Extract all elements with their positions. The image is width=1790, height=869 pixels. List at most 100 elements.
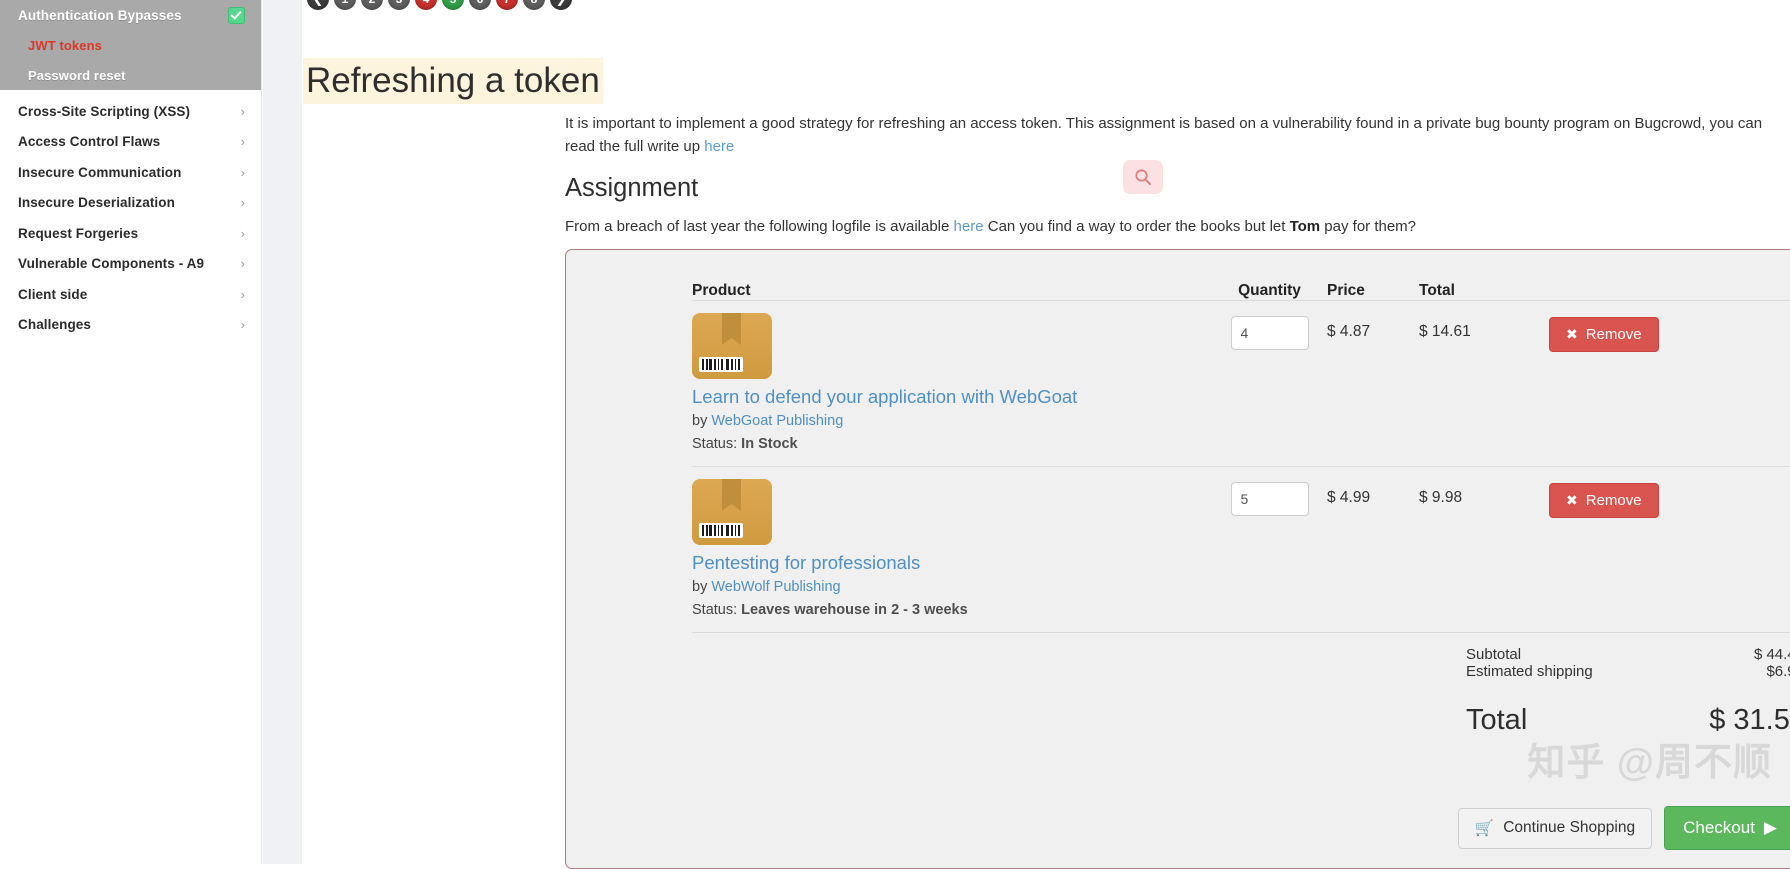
subtotal-value: $ 44.43 [1753, 646, 1790, 663]
chevron-right-icon: › [240, 164, 245, 180]
total-label: Total [1466, 704, 1528, 736]
check-icon [228, 6, 245, 24]
summary-subtotal: Subtotal $ 44.43 [1466, 646, 1790, 663]
chevron-right-icon: › [240, 286, 245, 302]
quantity-input[interactable] [1230, 316, 1309, 350]
sidebar-item-label: Client side [18, 286, 88, 302]
shipping-value: $6.94 [1766, 663, 1790, 680]
sidebar-active-group: Authentication Bypasses JWT tokens Passw… [0, 0, 261, 90]
shipping-label: Estimated shipping [1466, 663, 1593, 680]
product-publisher: by WebWolf Publishing [692, 575, 1212, 599]
total-value: $ 9.98 [1419, 489, 1463, 506]
cart-action-bar: 🛒 Continue Shopping Checkout ▶ [1457, 806, 1790, 850]
sidebar-category-list: Cross-Site Scripting (XSS) › Access Cont… [0, 90, 261, 340]
page-title: Refreshing a token [303, 58, 603, 104]
cart-summary: Subtotal $ 44.43 Estimated shipping $6.9… [692, 633, 1790, 737]
sidebar-item-cross-site-scripting[interactable]: Cross-Site Scripting (XSS) › [0, 96, 261, 127]
status-value: Leaves warehouse in 2 - 3 weeks [741, 602, 968, 618]
price-value: $ 4.99 [1327, 489, 1371, 506]
column-header-quantity: Quantity [1238, 282, 1301, 299]
shopping-cart-panel: Product Quantity Price Total Learn to de… [565, 249, 1790, 869]
product-cell: Learn to defend your application with We… [692, 313, 1212, 456]
assignment-here-link[interactable]: here [954, 218, 984, 235]
sidebar-item-label: Authentication Bypasses [18, 7, 182, 23]
by-label: by [692, 413, 712, 429]
quantity-input[interactable] [1230, 482, 1309, 516]
publisher-link[interactable]: WebWolf Publishing [711, 579, 840, 595]
barcode-icon [699, 357, 743, 372]
pagination-page-2[interactable]: 2 [361, 0, 383, 10]
column-header-price: Price [1327, 282, 1365, 299]
product-title-link[interactable]: Learn to defend your application with We… [692, 385, 1212, 409]
actions-cell: ✖ Remove [1549, 479, 1719, 622]
remove-button-label: Remove [1585, 326, 1642, 343]
sidebar-item-label: Vulnerable Components - A9 [18, 256, 205, 272]
continue-shopping-button[interactable]: 🛒 Continue Shopping [1457, 807, 1653, 849]
sidebar-item-request-forgeries[interactable]: Request Forgeries › [0, 218, 261, 249]
publisher-link[interactable]: WebGoat Publishing [711, 413, 843, 429]
checkout-button[interactable]: Checkout ▶ [1664, 806, 1790, 850]
assignment-user-name: Tom [1289, 218, 1321, 235]
pagination-page-5[interactable]: 5 [442, 0, 464, 10]
total-value: $ 14.61 [1419, 323, 1471, 340]
quantity-cell [1212, 479, 1327, 622]
status-label: Status: [692, 602, 742, 618]
chevron-right-icon: › [240, 103, 245, 119]
close-icon: ✖ [1566, 492, 1578, 508]
sidebar-item-insecure-communication[interactable]: Insecure Communication › [0, 157, 261, 188]
book-icon [692, 313, 772, 379]
pagination-page-7[interactable]: 7 [496, 0, 518, 10]
pagination-page-1[interactable]: 1 [334, 0, 356, 10]
lesson-pagination: ❮ 1 2 3 4 5 6 7 8 ❯ [303, 0, 572, 10]
book-icon [692, 479, 772, 545]
sidebar: Authentication Bypasses JWT tokens Passw… [0, 0, 262, 864]
summary-shipping: Estimated shipping $6.94 [1466, 663, 1790, 680]
search-icon [1123, 160, 1163, 194]
status-value: In Stock [741, 436, 798, 452]
sidebar-item-vulnerable-components[interactable]: Vulnerable Components - A9 › [0, 249, 261, 280]
by-label: by [692, 579, 712, 595]
sidebar-item-label: Insecure Communication [18, 164, 182, 180]
sidebar-item-password-reset[interactable]: Password reset [0, 60, 261, 90]
sidebar-item-insecure-deserialization[interactable]: Insecure Deserialization › [0, 188, 261, 219]
summary-total: Total $ 31.57 [1466, 704, 1790, 737]
status-label: Status: [692, 436, 742, 452]
close-icon: ✖ [1566, 326, 1578, 342]
intro-here-link[interactable]: here [704, 138, 734, 155]
cart-icon: 🛒 [1474, 819, 1495, 837]
sidebar-item-label: Password reset [28, 67, 126, 83]
main-content: ❮ 1 2 3 4 5 6 7 8 ❯ Refreshing a token I… [263, 0, 1790, 869]
cart-row: Pentesting for professionals by WebWolf … [692, 467, 1790, 633]
price-value: $ 4.87 [1327, 323, 1371, 340]
chevron-right-icon: › [240, 256, 245, 272]
grand-total-value: $ 31.57 [1709, 704, 1790, 736]
assignment-heading: Assignment [565, 174, 699, 202]
pagination-page-3[interactable]: 3 [388, 0, 410, 10]
pagination-page-6[interactable]: 6 [469, 0, 491, 10]
sidebar-item-jwt-tokens[interactable]: JWT tokens [0, 30, 261, 60]
barcode-icon [699, 523, 743, 538]
chevron-right-icon: › [240, 195, 245, 211]
pagination-page-4[interactable]: 4 [415, 0, 437, 10]
remove-button[interactable]: ✖ Remove [1549, 317, 1659, 352]
sidebar-item-label: Challenges [18, 317, 92, 333]
remove-button[interactable]: ✖ Remove [1549, 483, 1659, 518]
bookmark-ribbon-icon [722, 479, 741, 511]
pagination-next[interactable]: ❯ [550, 0, 572, 10]
product-title-link[interactable]: Pentesting for professionals [692, 551, 1212, 575]
pagination-prev[interactable]: ❮ [307, 0, 329, 10]
column-header-product: Product [692, 282, 751, 299]
sidebar-item-label: Access Control Flaws [18, 134, 161, 150]
sidebar-item-client-side[interactable]: Client side › [0, 279, 261, 310]
remove-button-label: Remove [1585, 492, 1642, 509]
product-cell: Pentesting for professionals by WebWolf … [692, 479, 1212, 622]
sidebar-item-label: Request Forgeries [18, 225, 139, 241]
chevron-right-icon: › [240, 317, 245, 333]
checkout-label: Checkout [1683, 818, 1755, 837]
sidebar-item-challenges[interactable]: Challenges › [0, 310, 261, 341]
sidebar-item-authentication-bypasses[interactable]: Authentication Bypasses [0, 0, 261, 30]
pagination-page-8[interactable]: 8 [523, 0, 545, 10]
actions-cell: ✖ Remove [1549, 313, 1719, 456]
sidebar-item-label: JWT tokens [28, 37, 102, 53]
sidebar-item-access-control-flaws[interactable]: Access Control Flaws › [0, 127, 261, 158]
